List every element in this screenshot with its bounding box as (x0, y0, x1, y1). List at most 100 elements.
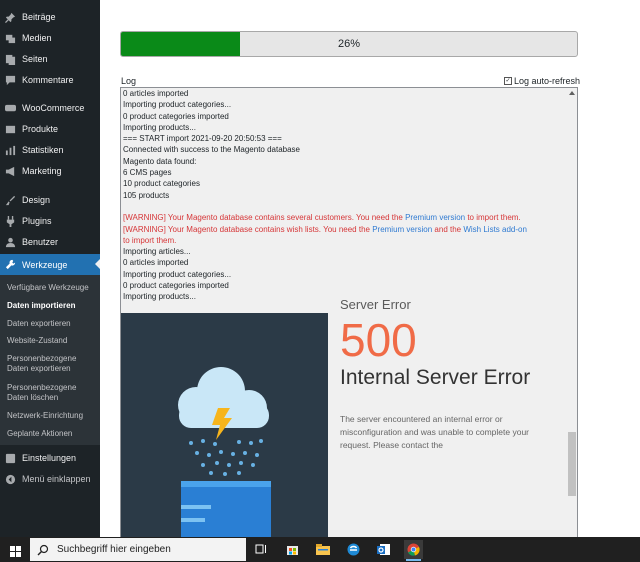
wish-lists-addon-link[interactable]: Wish Lists add-on (463, 225, 527, 234)
scroll-up-arrow-icon[interactable] (569, 91, 575, 95)
comment-icon (5, 75, 16, 86)
menu-item-seiten[interactable]: Seiten (0, 49, 100, 69)
collapse-icon (5, 474, 16, 485)
menu-label: Design (22, 195, 51, 205)
log-label: Log (121, 76, 137, 86)
windows-start-icon[interactable] (10, 544, 21, 557)
log-line: Importing products... (123, 122, 196, 132)
submenu-personenbezogene-daten-exportieren[interactable]: Personenbezogene Daten exportieren (7, 354, 97, 374)
brush-icon (5, 195, 16, 206)
log-scrollbar[interactable] (567, 88, 577, 538)
log-line: 0 product categories imported (123, 111, 229, 121)
menu-label: Plugins (22, 216, 52, 226)
error-code: 500 (340, 314, 417, 366)
page-icon (5, 54, 16, 65)
warning-text: and the (432, 224, 464, 234)
user-icon (5, 237, 16, 248)
store-icon[interactable] (283, 540, 302, 559)
menu-label: Statistiken (22, 145, 64, 155)
log-line: Importing articles... (123, 247, 191, 257)
collapse-menu-button[interactable]: Menü einklappen (0, 469, 100, 489)
premium-version-link[interactable]: Premium version (405, 213, 465, 222)
menu-item-benutzer[interactable]: Benutzer (0, 232, 100, 252)
menu-item-produkte[interactable]: Produkte (0, 119, 100, 139)
menu-item-marketing[interactable]: Marketing (0, 161, 100, 181)
log-lines: 0 articles imported Importing product ca… (123, 88, 561, 303)
submenu-verfuegbare-werkzeuge[interactable]: Verfügbare Werkzeuge (7, 283, 97, 293)
megaphone-icon (5, 166, 16, 177)
menu-item-statistiken[interactable]: Statistiken (0, 140, 100, 160)
autorefresh-label: Log auto-refresh (514, 76, 581, 86)
submenu-website-zustand[interactable]: Website-Zustand (7, 336, 97, 346)
submenu-geplante-aktionen[interactable]: Geplante Aktionen (7, 429, 97, 439)
submenu-netzwerk-einrichtung[interactable]: Netzwerk-Einrichtung (7, 411, 97, 421)
file-explorer-icon[interactable] (313, 540, 332, 559)
menu-item-kommentare[interactable]: Kommentare (0, 70, 100, 90)
chart-icon (5, 145, 16, 156)
warning-wishlists: [WARNING] Your Magento database contains… (123, 224, 561, 235)
main-content: 26% Log ✓ Log auto-refresh 0 articles im… (100, 0, 640, 538)
log-line: 0 articles imported (123, 89, 189, 98)
error-illustration (121, 313, 328, 538)
warning-customers: [WARNING] Your Magento database contains… (123, 212, 561, 223)
premium-version-link[interactable]: Premium version (372, 225, 432, 234)
task-view-icon[interactable] (251, 540, 270, 559)
log-line: 105 products (123, 190, 170, 200)
error-description: The server encountered an internal error… (340, 414, 529, 450)
error-title: Server Error (340, 297, 411, 312)
submenu-daten-exportieren[interactable]: Daten exportieren (7, 319, 97, 329)
windows-taskbar: Suchbegriff hier eingeben (0, 537, 640, 562)
menu-label: Seiten (22, 54, 48, 64)
log-box[interactable]: 0 articles imported Importing product ca… (120, 87, 578, 538)
admin-sidebar: Beiträge Medien Seiten Kommentare WooCom… (0, 0, 100, 537)
log-line: === START import 2021-09-20 20:50:53 === (123, 134, 282, 144)
menu-label: WooCommerce (22, 103, 85, 113)
error-message: Internal Server Error (340, 366, 531, 389)
log-line: Importing product categories... (123, 100, 232, 110)
log-line: Importing product categories... (123, 269, 232, 279)
search-placeholder: Suchbegriff hier eingeben (57, 544, 171, 555)
submenu-personenbezogene-daten-loeschen[interactable]: Personenbezogene Daten löschen (7, 383, 97, 403)
menu-label: Einstellungen (22, 453, 77, 463)
menu-item-medien[interactable]: Medien (0, 28, 100, 48)
menu-item-design[interactable]: Design (0, 190, 100, 210)
log-line: 0 articles imported (123, 258, 189, 268)
menu-label: Beiträge (22, 12, 56, 22)
outlook-icon[interactable] (374, 540, 393, 559)
media-icon (5, 33, 16, 44)
warning-wishlists-line2: to import them. (123, 235, 177, 245)
edge-browser-icon[interactable] (344, 540, 363, 559)
woo-icon (5, 103, 16, 114)
submenu-daten-importieren[interactable]: Daten importieren (7, 301, 97, 311)
menu-item-plugins[interactable]: Plugins (0, 211, 100, 231)
log-line: 10 product categories (123, 179, 200, 189)
chrome-browser-icon[interactable] (404, 540, 423, 561)
pin-icon (5, 12, 16, 23)
werkzeuge-submenu: Verfügbare Werkzeuge Daten importieren D… (0, 275, 100, 445)
menu-label: Marketing (22, 166, 62, 176)
progress-percent: 26% (337, 38, 361, 50)
wrench-icon (5, 259, 16, 270)
menu-label: Produkte (22, 124, 59, 134)
menu-item-beitraege[interactable]: Beiträge (0, 7, 100, 27)
menu-label: Menü einklappen (22, 474, 91, 484)
search-icon (37, 544, 49, 555)
menu-item-woocommerce[interactable]: WooCommerce (0, 98, 100, 118)
menu-label: Medien (22, 33, 52, 43)
scroll-thumb[interactable] (568, 432, 576, 496)
menu-item-einstellungen[interactable]: Einstellungen (0, 448, 100, 468)
log-line: 6 CMS pages (123, 168, 172, 178)
menu-label: Benutzer (22, 237, 59, 247)
log-line: 0 product categories imported (123, 281, 229, 291)
settings-icon (5, 453, 16, 464)
import-progress-bar: 26% (120, 31, 578, 57)
log-line: Magento data found: (123, 156, 197, 166)
log-auto-refresh-toggle[interactable]: ✓ Log auto-refresh (504, 76, 580, 86)
menu-item-werkzeuge[interactable]: Werkzeuge (0, 254, 100, 275)
log-line-empty (123, 201, 561, 212)
plug-icon (5, 215, 16, 227)
menu-label: Werkzeuge (22, 259, 68, 270)
checkbox-icon[interactable]: ✓ (504, 77, 512, 85)
taskbar-search-input[interactable]: Suchbegriff hier eingeben (30, 538, 246, 561)
warning-text: [WARNING] Your Magento database contains… (123, 224, 373, 234)
